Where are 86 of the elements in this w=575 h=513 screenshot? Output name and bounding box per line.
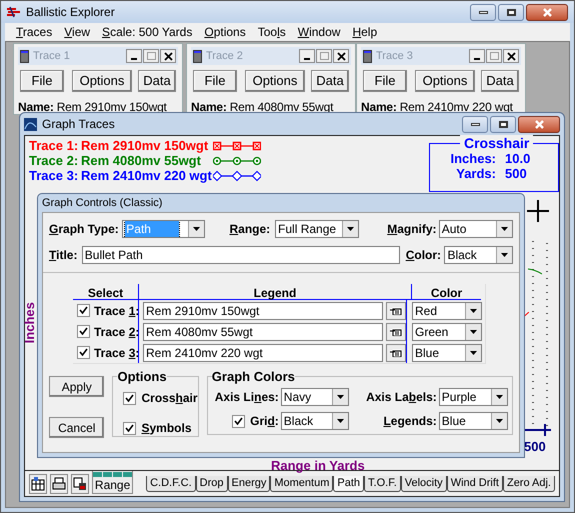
dropdown[interactable]: Red	[412, 302, 482, 320]
tab[interactable]: C.D.F.C.	[146, 476, 196, 492]
row-label: Trace 2:	[94, 324, 140, 340]
field-label: Axis Labels:	[365, 389, 438, 406]
legend-label: Trace 2:	[29, 153, 80, 168]
tab[interactable]: Zero Adj.	[502, 476, 555, 492]
window-title: Trace 3	[376, 48, 414, 64]
column-header: Select	[86, 285, 124, 299]
crosshair-value: 10.0	[505, 151, 530, 166]
cancel-button[interactable]: Cancel	[49, 417, 104, 438]
crosshair-label: Yards:	[455, 166, 496, 181]
tab[interactable]: Energy	[228, 476, 270, 492]
legend-field[interactable]: Rem 2910mv 150wgt	[143, 302, 383, 320]
menu-item[interactable]: View	[64, 23, 90, 41]
legend-name: Rem 2410mv 220 wgt	[81, 168, 213, 183]
legend-field[interactable]: Rem 4080mv 55wgt	[143, 322, 383, 340]
range-button[interactable]: Range	[92, 470, 134, 494]
checkbox-label: Crosshair	[141, 390, 198, 407]
window-title: Trace 1	[33, 48, 71, 64]
checkbox-label: Symbols	[141, 420, 192, 437]
tab[interactable]: Drop	[196, 476, 228, 492]
menu-item[interactable]: Help	[352, 23, 378, 41]
column-header: Color	[411, 284, 481, 299]
field-label: Axis Lines:	[214, 389, 280, 406]
menu-item[interactable]: Traces	[16, 23, 52, 41]
field-label: Legends:	[382, 413, 438, 430]
axis-tick-label: 500	[524, 438, 546, 456]
crosshair-value: 500	[505, 166, 527, 181]
dropdown[interactable]: Full Range	[275, 220, 360, 238]
toolbar-button[interactable]: Data	[481, 70, 519, 92]
column-header: Legend	[138, 284, 411, 299]
toolbar-button[interactable]: Data	[138, 70, 176, 92]
dropdown[interactable]: Black	[280, 412, 349, 430]
legend-name: Rem 2910mv 150wgt	[81, 138, 210, 153]
dropdown[interactable]: Blue	[412, 344, 482, 362]
legend-field[interactable]: Rem 2410mv 220 wgt	[143, 344, 383, 362]
apply-button[interactable]: Apply	[49, 376, 104, 397]
window-title: Ballistic Explorer	[26, 4, 116, 21]
field-label: Color:	[406, 247, 442, 264]
name-value: Rem 2910mv 150wgt	[56, 99, 167, 116]
dropdown[interactable]: Black	[444, 246, 514, 264]
row-label: Trace 3:	[94, 344, 140, 362]
group-title: Graph Colors	[212, 369, 295, 384]
crosshair-label: Inches:	[449, 151, 496, 166]
dropdown[interactable]: Purple	[438, 388, 508, 406]
menu-item[interactable]: Scale: 500 Yards	[102, 23, 192, 41]
title-field[interactable]: Bullet Path	[82, 246, 400, 264]
tab[interactable]: Velocity	[400, 476, 447, 492]
legend-label: Trace 3:	[29, 168, 80, 183]
tab[interactable]: Path	[333, 476, 364, 492]
toolbar-button[interactable]: File	[363, 70, 407, 92]
name-label: Name:	[191, 99, 227, 116]
field-label: Graph Type:	[49, 221, 120, 238]
field-label: Title:	[49, 247, 78, 264]
dialog-title: Graph Controls (Classic)	[42, 196, 162, 211]
field-label: Range:	[229, 221, 272, 238]
x-axis-label: Range in Yards	[271, 457, 365, 475]
menu-item[interactable]: Options	[204, 23, 246, 41]
menu-item[interactable]: Window	[298, 23, 340, 41]
toolbar-button[interactable]: Data	[311, 70, 349, 92]
dropdown[interactable]: Blue	[438, 412, 508, 430]
legend-name: Rem 4080mv 55wgt	[81, 153, 202, 168]
y-axis-label: Inches	[20, 302, 38, 344]
dropdown[interactable]: Navy	[280, 388, 349, 406]
name-value: Rem 4080mv 55wgt	[230, 99, 334, 116]
window-title: Trace 2	[206, 48, 244, 64]
dropdown[interactable]: Auto	[438, 220, 513, 238]
tab[interactable]: Momentum	[270, 476, 334, 492]
name-label: Name:	[361, 99, 397, 116]
dropdown[interactable]: Green	[412, 322, 482, 340]
menu-item[interactable]: Tools	[258, 23, 286, 41]
crosshair-title: Crosshair	[460, 135, 534, 151]
tab[interactable]: T.O.F.	[364, 476, 401, 492]
toolbar-button[interactable]: Options	[72, 70, 132, 92]
tab[interactable]: Wind Drift	[446, 476, 503, 492]
toolbar-button[interactable]: Options	[415, 70, 475, 92]
group-title: Options	[117, 369, 167, 384]
toolbar-button[interactable]: File	[20, 70, 64, 92]
toolbar-button[interactable]: File	[193, 70, 237, 92]
toolbar-button[interactable]: Options	[245, 70, 305, 92]
field-label: Grid:	[250, 413, 279, 430]
field-label: Magnify:	[387, 221, 438, 238]
row-label: Trace 1:	[94, 302, 140, 320]
name-label: Name:	[18, 99, 54, 116]
legend-label: Trace 1:	[29, 138, 80, 153]
window-title: Graph Traces	[42, 116, 116, 133]
